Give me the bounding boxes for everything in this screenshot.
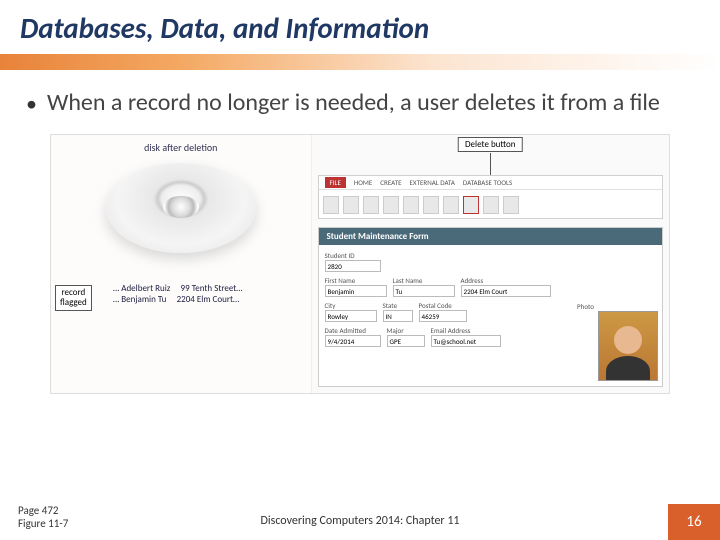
table-row: … Benjamin Tu 2204 Elm Court…: [113, 294, 243, 305]
tab-create[interactable]: CREATE: [380, 178, 401, 187]
app-panel: Delete button FILE HOME CREATE EXTERNAL …: [311, 135, 669, 393]
label: Last Name: [393, 276, 455, 285]
tab-external[interactable]: EXTERNAL DATA: [410, 178, 455, 187]
record-flagged-callout: record flagged: [55, 285, 92, 311]
new-icon[interactable]: [423, 196, 439, 214]
accent-rule: [0, 54, 720, 70]
date-admitted-field[interactable]: 9/4/2014: [325, 335, 381, 347]
label: Photo: [577, 302, 594, 311]
delete-button-callout: Delete button: [458, 137, 523, 152]
ribbon-toolbar: [319, 190, 662, 219]
filter-icon[interactable]: [383, 196, 399, 214]
figure: disk after deletion record flagged … Ade…: [50, 134, 670, 394]
postal-field[interactable]: 46259: [419, 310, 467, 322]
label: Date Admitted: [325, 326, 381, 335]
ribbon: FILE HOME CREATE EXTERNAL DATA DATABASE …: [318, 175, 663, 219]
tab-dbtools[interactable]: DATABASE TOOLS: [463, 178, 512, 187]
bullet-item: • When a record no longer is needed, a u…: [26, 88, 694, 118]
state-field[interactable]: IN: [383, 310, 413, 322]
label: State: [383, 301, 413, 310]
label: Student ID: [325, 251, 381, 260]
delete-icon[interactable]: [463, 196, 479, 214]
form-header: Student Maintenance Form: [319, 228, 662, 245]
last-name-field[interactable]: Tu: [393, 285, 455, 297]
refresh-icon[interactable]: [403, 196, 419, 214]
disk-panel: disk after deletion record flagged … Ade…: [51, 135, 311, 393]
view-icon[interactable]: [323, 196, 339, 214]
record-list: … Adelbert Ruiz 99 Tenth Street… … Benja…: [113, 283, 243, 305]
tab-home[interactable]: HOME: [354, 178, 372, 187]
email-field[interactable]: Tu@school.net: [431, 335, 501, 347]
disk-label: disk after deletion: [144, 141, 217, 154]
label: Address: [461, 276, 551, 285]
table-row: … Adelbert Ruiz 99 Tenth Street…: [113, 283, 243, 294]
goto-icon[interactable]: [503, 196, 519, 214]
major-field[interactable]: GPE: [387, 335, 425, 347]
label: City: [325, 301, 377, 310]
save-icon[interactable]: [443, 196, 459, 214]
bullet-dot: •: [26, 88, 37, 118]
form: Student Maintenance Form Student ID2820 …: [318, 227, 663, 387]
label: Email Address: [431, 326, 501, 335]
paste-icon[interactable]: [343, 196, 359, 214]
cut-icon[interactable]: [363, 196, 379, 214]
disk-icon: [106, 163, 256, 253]
label: Major: [387, 326, 425, 335]
bullet-text: When a record no longer is needed, a use…: [47, 88, 660, 118]
slide-number: 16: [668, 504, 720, 540]
first-name-field[interactable]: Benjamin: [325, 285, 387, 297]
address-field[interactable]: 2204 Elm Court: [461, 285, 551, 297]
tab-file[interactable]: FILE: [325, 177, 346, 188]
footer: Page 472 Figure 11-7 Discovering Compute…: [0, 498, 720, 540]
label: First Name: [325, 276, 387, 285]
label: Postal Code: [419, 301, 467, 310]
slide-title: Databases, Data, and Information: [20, 10, 700, 46]
find-icon[interactable]: [483, 196, 499, 214]
ribbon-tabs: FILE HOME CREATE EXTERNAL DATA DATABASE …: [319, 176, 662, 190]
photo: [598, 311, 658, 381]
page-reference: Page 472 Figure 11-7: [18, 504, 68, 530]
city-field[interactable]: Rowley: [325, 310, 377, 322]
arrow-icon: [490, 153, 491, 175]
student-id-field[interactable]: 2820: [325, 260, 381, 272]
chapter-label: Discovering Computers 2014: Chapter 11: [260, 514, 459, 528]
